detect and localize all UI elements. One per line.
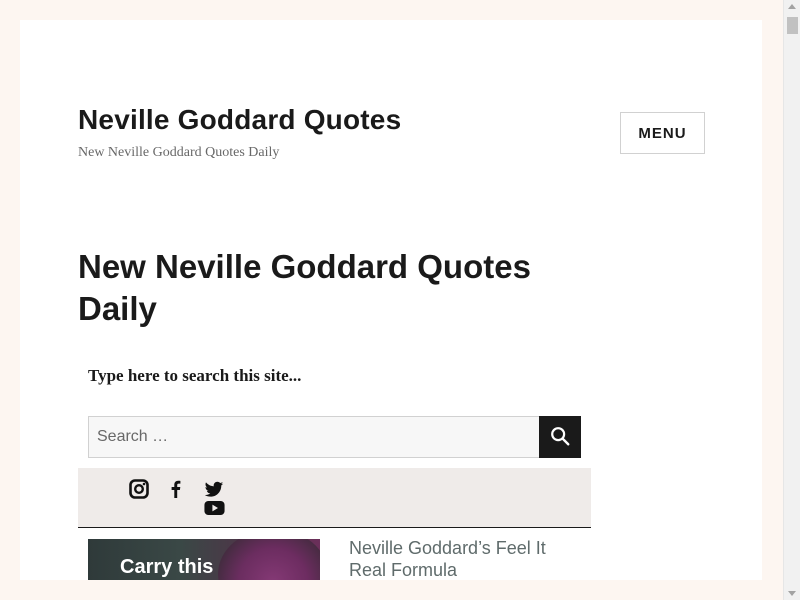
site-tagline: New Neville Goddard Quotes Daily	[78, 145, 280, 160]
page-content: Neville Goddard Quotes New Neville Godda…	[20, 20, 762, 580]
post-title-link[interactable]: Neville Goddard’s Feel It Real Formula	[349, 537, 579, 580]
search-input[interactable]	[88, 416, 539, 458]
scrollbar[interactable]	[783, 0, 800, 600]
scroll-up-arrow-icon[interactable]	[788, 4, 796, 9]
menu-button[interactable]: MENU	[620, 112, 705, 154]
page-title: New Neville Goddard Quotes Daily	[78, 248, 531, 327]
search-label: Type here to search this site...	[88, 366, 302, 385]
social-links-bar	[78, 468, 591, 528]
flower-image	[218, 539, 320, 580]
youtube-icon[interactable]	[203, 497, 225, 519]
thumbnail-text: Carry this	[120, 556, 214, 578]
post-thumbnail[interactable]: Carry this	[88, 539, 320, 580]
scroll-thumb[interactable]	[787, 17, 798, 34]
site-title[interactable]: Neville Goddard Quotes	[78, 104, 401, 136]
search-button[interactable]	[539, 416, 581, 458]
scroll-down-arrow-icon[interactable]	[788, 591, 796, 596]
search-form	[88, 416, 581, 458]
facebook-icon[interactable]	[165, 478, 187, 500]
search-icon	[549, 425, 571, 450]
instagram-icon[interactable]	[128, 478, 150, 500]
